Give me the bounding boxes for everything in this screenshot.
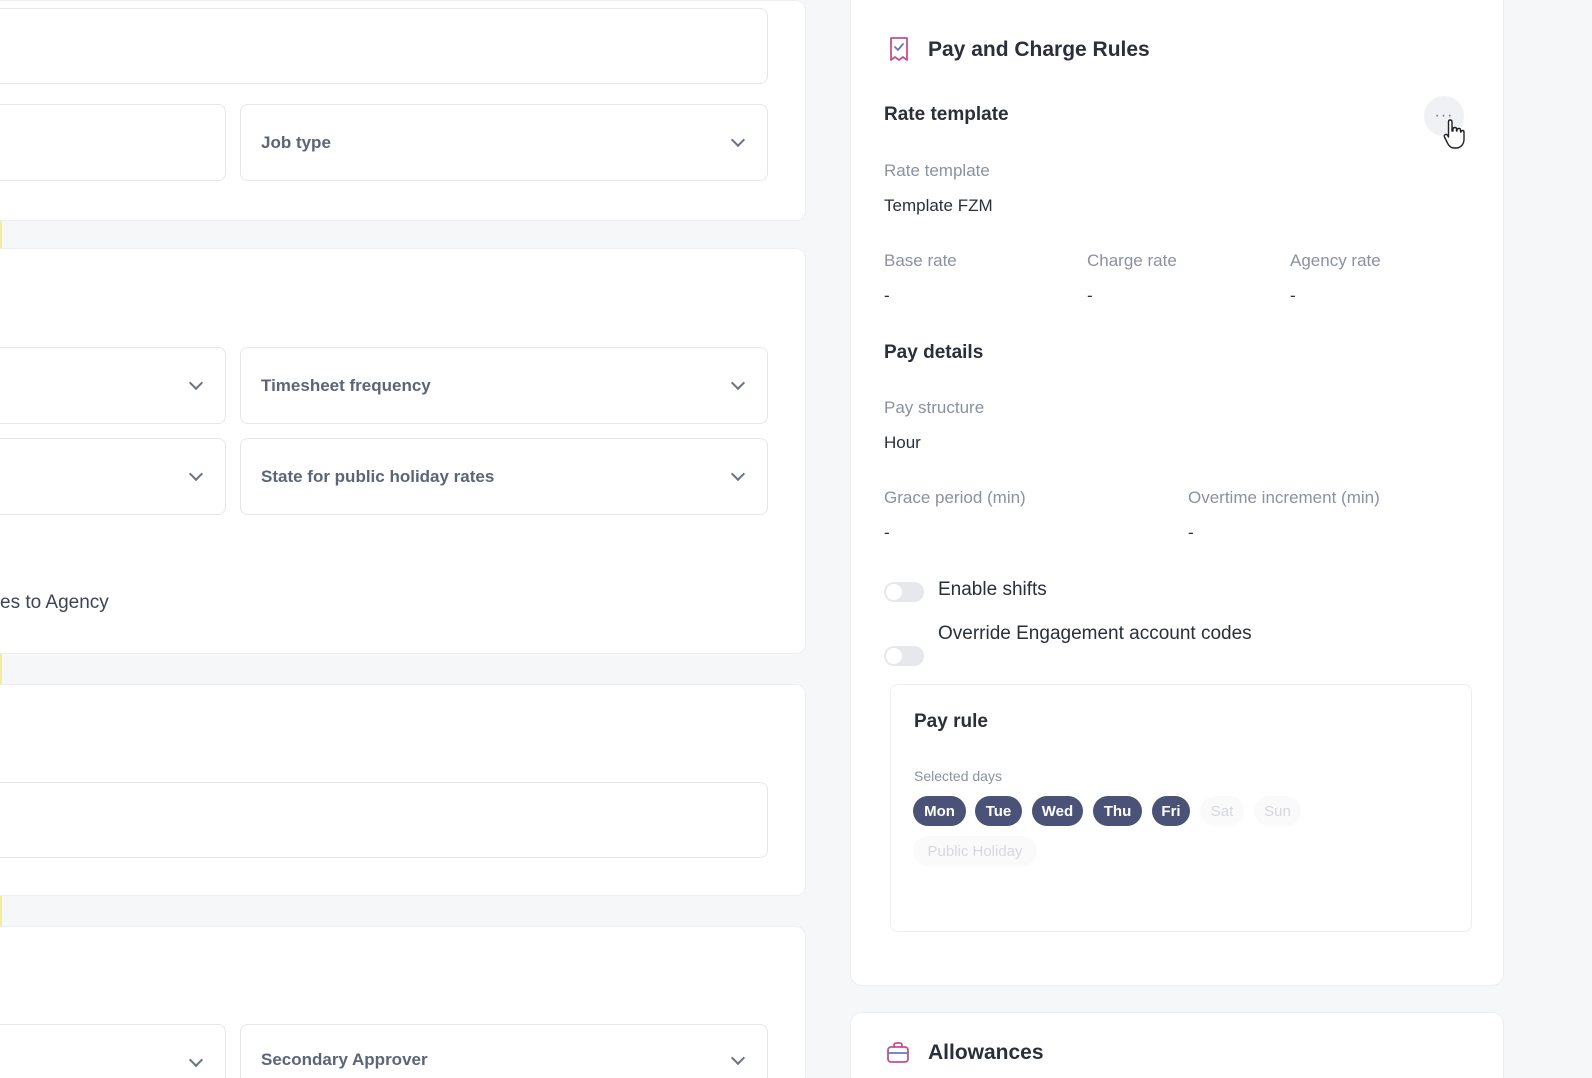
day-chip-fri[interactable]: Fri: [1152, 796, 1190, 826]
select-left-cut-3[interactable]: [0, 1024, 226, 1078]
public-holiday-state-select[interactable]: State for public holiday rates: [240, 438, 768, 515]
agency-option-text: es to Agency: [0, 592, 109, 613]
day-chip-wed[interactable]: Wed: [1032, 796, 1083, 826]
secondary-approver-label: Secondary Approver: [261, 1050, 428, 1069]
select-left-cut-1[interactable]: [0, 347, 226, 424]
day-chip-thu[interactable]: Thu: [1093, 796, 1142, 826]
hand-cursor-icon: [1443, 119, 1465, 149]
base-rate-value: -: [884, 286, 890, 305]
briefcase-icon: [887, 1042, 909, 1063]
allowances-title: Allowances: [928, 1041, 1044, 1064]
day-chip-tue[interactable]: Tue: [975, 796, 1022, 826]
chevron-down-icon: [730, 1050, 746, 1066]
overtime-increment-value: -: [1188, 523, 1194, 542]
document-check-icon: [890, 37, 908, 61]
day-chip-mon[interactable]: Mon: [913, 796, 966, 826]
day-chip-sat[interactable]: Sat: [1200, 796, 1244, 826]
grace-period-value: -: [884, 523, 890, 542]
agency-rate-value: -: [1290, 286, 1296, 305]
day-chip-sun[interactable]: Sun: [1254, 796, 1301, 826]
rate-template-value: Template FZM: [884, 196, 993, 215]
job-type-select[interactable]: Job type: [240, 104, 768, 181]
rate-template-label: Rate template: [884, 161, 990, 180]
pay-details-heading: Pay details: [884, 342, 984, 363]
text-field-lower[interactable]: [0, 782, 768, 858]
secondary-approver-select[interactable]: Secondary Approver: [240, 1024, 768, 1078]
selected-days-label: Selected days: [914, 768, 1002, 784]
base-rate-label: Base rate: [884, 251, 957, 270]
field-left-cut-1[interactable]: [0, 104, 226, 181]
charge-rate-value: -: [1087, 286, 1093, 305]
override-codes-toggle[interactable]: [884, 646, 924, 666]
chevron-down-icon: [188, 466, 204, 481]
rate-template-heading: Rate template: [884, 104, 1009, 125]
pay-charge-title: Pay and Charge Rules: [928, 38, 1150, 61]
pay-rule-heading: Pay rule: [914, 711, 988, 732]
charge-rate-label: Charge rate: [1087, 251, 1177, 270]
chevron-down-icon: [188, 1052, 204, 1067]
pay-structure-value: Hour: [884, 433, 921, 452]
select-left-cut-2[interactable]: [0, 438, 226, 515]
timesheet-frequency-select[interactable]: Timesheet frequency: [240, 347, 768, 424]
agency-rate-label: Agency rate: [1290, 251, 1381, 270]
grace-period-label: Grace period (min): [884, 488, 1026, 507]
chevron-down-icon: [730, 466, 746, 481]
job-type-label: Job type: [261, 132, 331, 152]
page: Job type Timesheet frequency State for p…: [0, 0, 1592, 1078]
public-holiday-state-label: State for public holiday rates: [261, 466, 495, 486]
chevron-down-icon: [730, 375, 746, 390]
enable-shifts-label: Enable shifts: [938, 579, 1047, 600]
timesheet-frequency-label: Timesheet frequency: [261, 375, 431, 395]
text-field-top[interactable]: [0, 8, 768, 84]
override-codes-label: Override Engagement account codes: [938, 623, 1252, 644]
public-holiday-chip[interactable]: Public Holiday: [913, 836, 1037, 866]
overtime-increment-label: Overtime increment (min): [1188, 488, 1380, 507]
chevron-down-icon: [188, 375, 204, 390]
chevron-down-icon: [730, 132, 746, 147]
pay-structure-label: Pay structure: [884, 398, 985, 417]
enable-shifts-toggle[interactable]: [884, 582, 924, 602]
